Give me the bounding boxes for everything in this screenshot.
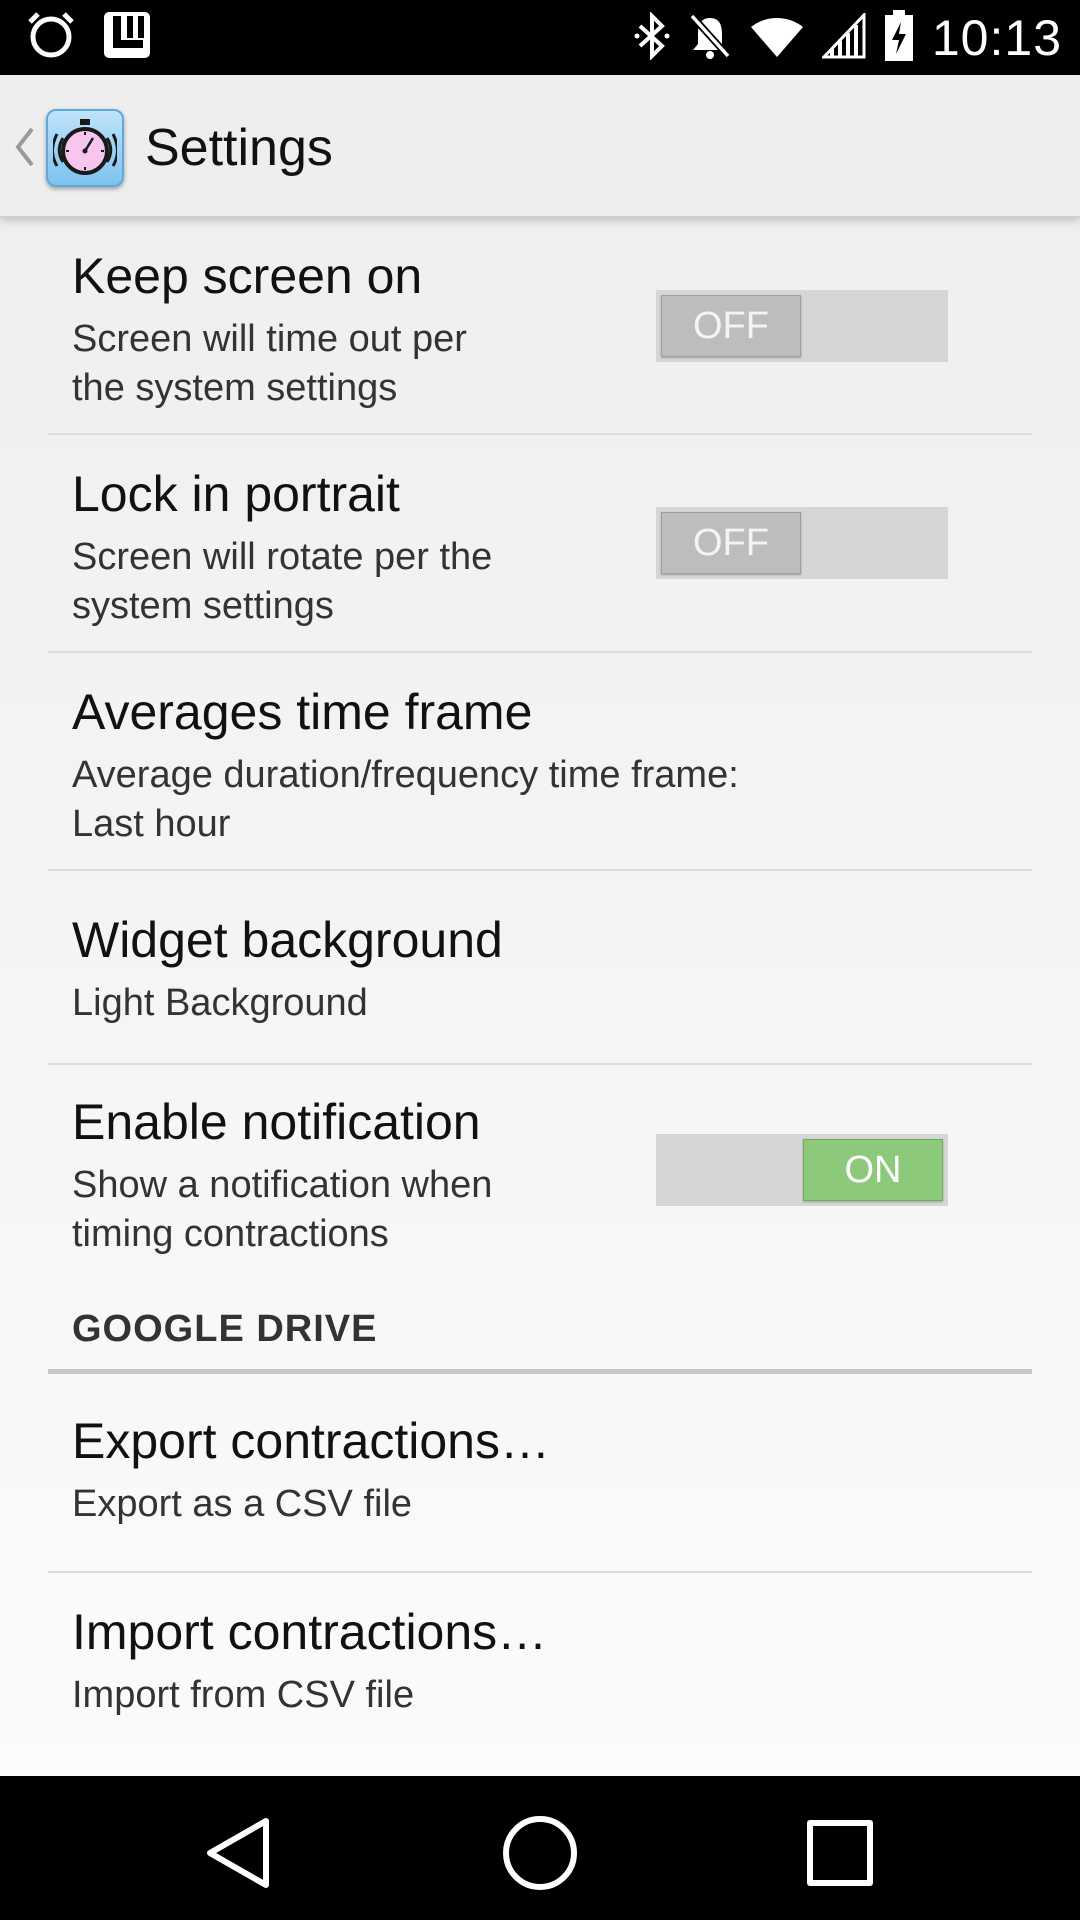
- toggle-thumb: OFF: [661, 512, 801, 574]
- app-notification-icon: [102, 10, 152, 65]
- status-bar: 10:13: [0, 0, 1080, 75]
- pref-title: Lock in portrait: [72, 466, 400, 522]
- status-time: 10:13: [931, 10, 1062, 66]
- pref-title: Keep screen on: [72, 248, 423, 304]
- pref-summary: Import from CSV file: [72, 1674, 415, 1716]
- pref-keep-screen-on[interactable]: Keep screen on Screen will time out per …: [0, 217, 1080, 434]
- alarm-icon: [24, 8, 78, 67]
- pref-summary: Show a notification when timing contract…: [72, 1164, 493, 1255]
- pref-title: Enable notification: [72, 1094, 481, 1150]
- pref-averages-time-frame[interactable]: Averages time frame Average duration/fre…: [0, 653, 1080, 870]
- pref-summary: Light Background: [72, 982, 368, 1024]
- pref-import-contractions[interactable]: Import contractions… Import from CSV fil…: [0, 1573, 1080, 1766]
- pref-title: Import contractions…: [72, 1604, 548, 1660]
- cell-signal-icon: [820, 10, 866, 64]
- pref-lock-in-portrait[interactable]: Lock in portrait Screen will rotate per …: [0, 435, 1080, 652]
- action-bar: Settings: [0, 75, 1080, 217]
- back-icon[interactable]: [193, 1808, 283, 1898]
- pref-summary: Export as a CSV file: [72, 1483, 413, 1525]
- toggle-thumb: ON: [803, 1139, 943, 1201]
- page-title: Settings: [145, 119, 333, 177]
- pref-enable-notification[interactable]: Enable notification Show a notification …: [0, 1065, 1080, 1280]
- pref-title: Widget background: [72, 912, 503, 968]
- bluetooth-icon: [634, 10, 670, 65]
- pref-title: Export contractions…: [72, 1413, 550, 1469]
- pref-summary: Screen will rotate per the system settin…: [72, 536, 493, 627]
- notifications-muted-icon: [688, 12, 732, 65]
- navigation-bar: [0, 1776, 1080, 1920]
- stopwatch-icon[interactable]: [46, 109, 124, 187]
- pref-title: Averages time frame: [72, 684, 533, 740]
- battery-charging-icon: [884, 9, 914, 67]
- wifi-icon: [750, 13, 804, 64]
- enable-notification-toggle[interactable]: ON: [656, 1134, 948, 1206]
- home-icon[interactable]: [495, 1808, 585, 1898]
- toggle-thumb: OFF: [661, 295, 801, 357]
- category-google-drive: GOOGLE DRIVE: [72, 1308, 378, 1350]
- pref-summary: Screen will time out per the system sett…: [72, 318, 467, 409]
- pref-summary: Average duration/frequency time frame: L…: [72, 754, 739, 845]
- pref-export-contractions[interactable]: Export contractions… Export as a CSV fil…: [0, 1374, 1080, 1567]
- pref-widget-background[interactable]: Widget background Light Background: [0, 871, 1080, 1064]
- keep-screen-on-toggle[interactable]: OFF: [656, 290, 948, 362]
- recents-icon[interactable]: [795, 1808, 885, 1898]
- lock-in-portrait-toggle[interactable]: OFF: [656, 507, 948, 579]
- up-navigation-icon[interactable]: [12, 125, 36, 174]
- settings-list: Keep screen on Screen will time out per …: [0, 217, 1080, 1776]
